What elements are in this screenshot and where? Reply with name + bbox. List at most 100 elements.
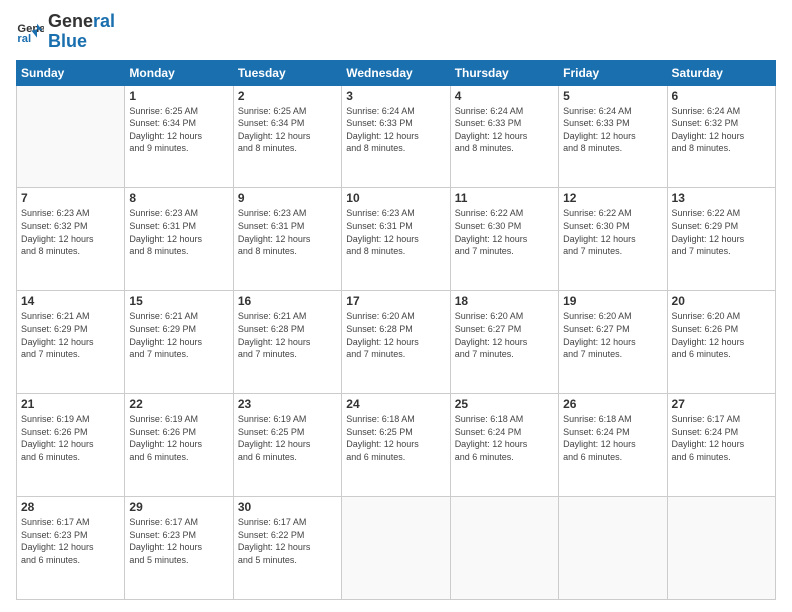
weekday-tuesday: Tuesday xyxy=(233,60,341,85)
week-row-2: 7 Sunrise: 6:23 AM Sunset: 6:32 PM Daylig… xyxy=(17,188,776,291)
day-number: 17 xyxy=(346,294,445,308)
day-number: 7 xyxy=(21,191,120,205)
week-row-1: 1 Sunrise: 6:25 AM Sunset: 6:34 PM Daylig… xyxy=(17,85,776,188)
calendar-cell xyxy=(450,497,558,600)
day-number: 21 xyxy=(21,397,120,411)
calendar-cell: 17 Sunrise: 6:20 AM Sunset: 6:28 PM Dayli… xyxy=(342,291,450,394)
svg-text:ral: ral xyxy=(17,33,31,45)
day-info: Sunrise: 6:18 AM Sunset: 6:24 PM Dayligh… xyxy=(563,413,662,463)
day-number: 5 xyxy=(563,89,662,103)
day-info: Sunrise: 6:20 AM Sunset: 6:28 PM Dayligh… xyxy=(346,310,445,360)
day-number: 8 xyxy=(129,191,228,205)
logo-text: General Blue xyxy=(48,12,115,52)
day-info: Sunrise: 6:21 AM Sunset: 6:28 PM Dayligh… xyxy=(238,310,337,360)
day-number: 23 xyxy=(238,397,337,411)
calendar-cell: 22 Sunrise: 6:19 AM Sunset: 6:26 PM Dayli… xyxy=(125,394,233,497)
calendar-cell: 12Sunrise: 6:22 AM Sunset: 6:30 PM Dayli… xyxy=(559,188,667,291)
day-info: Sunrise: 6:20 AM Sunset: 6:27 PM Dayligh… xyxy=(563,310,662,360)
day-info: Sunrise: 6:20 AM Sunset: 6:27 PM Dayligh… xyxy=(455,310,554,360)
day-number: 16 xyxy=(238,294,337,308)
day-info: Sunrise: 6:17 AM Sunset: 6:23 PM Dayligh… xyxy=(21,516,120,566)
day-info: Sunrise: 6:21 AM Sunset: 6:29 PM Dayligh… xyxy=(129,310,228,360)
day-info: Sunrise: 6:19 AM Sunset: 6:26 PM Dayligh… xyxy=(21,413,120,463)
day-info: Sunrise: 6:19 AM Sunset: 6:26 PM Dayligh… xyxy=(129,413,228,463)
week-row-3: 14 Sunrise: 6:21 AM Sunset: 6:29 PM Dayli… xyxy=(17,291,776,394)
calendar-cell: 8Sunrise: 6:23 AM Sunset: 6:31 PM Daylig… xyxy=(125,188,233,291)
calendar-cell: 18 Sunrise: 6:20 AM Sunset: 6:27 PM Dayli… xyxy=(450,291,558,394)
day-number: 25 xyxy=(455,397,554,411)
day-number: 13 xyxy=(672,191,771,205)
day-info: Sunrise: 6:20 AM Sunset: 6:26 PM Dayligh… xyxy=(672,310,771,360)
calendar-cell: 23 Sunrise: 6:19 AM Sunset: 6:25 PM Dayli… xyxy=(233,394,341,497)
day-info: Sunrise: 6:23 AM Sunset: 6:31 PM Dayligh… xyxy=(238,207,337,257)
calendar-cell: 14 Sunrise: 6:21 AM Sunset: 6:29 PM Dayli… xyxy=(17,291,125,394)
day-number: 9 xyxy=(238,191,337,205)
day-info: Sunrise: 6:23 AM Sunset: 6:32 PM Dayligh… xyxy=(21,207,120,257)
calendar-cell: 24 Sunrise: 6:18 AM Sunset: 6:25 PM Dayli… xyxy=(342,394,450,497)
calendar-cell xyxy=(559,497,667,600)
weekday-monday: Monday xyxy=(125,60,233,85)
day-number: 22 xyxy=(129,397,228,411)
day-info: Sunrise: 6:25 AM Sunset: 6:34 PM Dayligh… xyxy=(129,105,228,155)
calendar-cell: 2Sunrise: 6:25 AM Sunset: 6:34 PM Daylig… xyxy=(233,85,341,188)
weekday-friday: Friday xyxy=(559,60,667,85)
day-number: 6 xyxy=(672,89,771,103)
calendar-cell: 10Sunrise: 6:23 AM Sunset: 6:31 PM Dayli… xyxy=(342,188,450,291)
header: Gene ral General Blue xyxy=(16,12,776,52)
day-number: 27 xyxy=(672,397,771,411)
day-number: 29 xyxy=(129,500,228,514)
calendar-cell: 29 Sunrise: 6:17 AM Sunset: 6:23 PM Dayli… xyxy=(125,497,233,600)
week-row-5: 28Sunrise: 6:17 AM Sunset: 6:23 PM Dayli… xyxy=(17,497,776,600)
calendar-cell: 11Sunrise: 6:22 AM Sunset: 6:30 PM Dayli… xyxy=(450,188,558,291)
day-number: 1 xyxy=(129,89,228,103)
day-info: Sunrise: 6:17 AM Sunset: 6:23 PM Dayligh… xyxy=(129,516,228,566)
day-info: Sunrise: 6:17 AM Sunset: 6:22 PM Dayligh… xyxy=(238,516,337,566)
day-info: Sunrise: 6:22 AM Sunset: 6:29 PM Dayligh… xyxy=(672,207,771,257)
day-number: 26 xyxy=(563,397,662,411)
day-info: Sunrise: 6:17 AM Sunset: 6:24 PM Dayligh… xyxy=(672,413,771,463)
day-info: Sunrise: 6:24 AM Sunset: 6:32 PM Dayligh… xyxy=(672,105,771,155)
day-number: 12 xyxy=(563,191,662,205)
day-number: 11 xyxy=(455,191,554,205)
calendar-cell: 30Sunrise: 6:17 AM Sunset: 6:22 PM Dayli… xyxy=(233,497,341,600)
day-info: Sunrise: 6:18 AM Sunset: 6:25 PM Dayligh… xyxy=(346,413,445,463)
day-info: Sunrise: 6:24 AM Sunset: 6:33 PM Dayligh… xyxy=(563,105,662,155)
logo-icon: Gene ral xyxy=(16,18,44,46)
day-number: 10 xyxy=(346,191,445,205)
day-number: 24 xyxy=(346,397,445,411)
day-number: 3 xyxy=(346,89,445,103)
day-number: 2 xyxy=(238,89,337,103)
weekday-saturday: Saturday xyxy=(667,60,775,85)
day-info: Sunrise: 6:18 AM Sunset: 6:24 PM Dayligh… xyxy=(455,413,554,463)
day-number: 19 xyxy=(563,294,662,308)
day-info: Sunrise: 6:24 AM Sunset: 6:33 PM Dayligh… xyxy=(346,105,445,155)
calendar-body: 1 Sunrise: 6:25 AM Sunset: 6:34 PM Daylig… xyxy=(17,85,776,599)
day-number: 4 xyxy=(455,89,554,103)
calendar: SundayMondayTuesdayWednesdayThursdayFrid… xyxy=(16,60,776,600)
calendar-cell xyxy=(667,497,775,600)
weekday-wednesday: Wednesday xyxy=(342,60,450,85)
calendar-cell: 7 Sunrise: 6:23 AM Sunset: 6:32 PM Daylig… xyxy=(17,188,125,291)
weekday-sunday: Sunday xyxy=(17,60,125,85)
calendar-cell: 1 Sunrise: 6:25 AM Sunset: 6:34 PM Daylig… xyxy=(125,85,233,188)
calendar-cell: 25 Sunrise: 6:18 AM Sunset: 6:24 PM Dayli… xyxy=(450,394,558,497)
calendar-cell: 9 Sunrise: 6:23 AM Sunset: 6:31 PM Daylig… xyxy=(233,188,341,291)
calendar-cell: 21 Sunrise: 6:19 AM Sunset: 6:26 PM Dayli… xyxy=(17,394,125,497)
calendar-cell: 27 Sunrise: 6:17 AM Sunset: 6:24 PM Dayli… xyxy=(667,394,775,497)
calendar-cell: 15 Sunrise: 6:21 AM Sunset: 6:29 PM Dayli… xyxy=(125,291,233,394)
calendar-cell: 19 Sunrise: 6:20 AM Sunset: 6:27 PM Dayli… xyxy=(559,291,667,394)
day-number: 14 xyxy=(21,294,120,308)
day-number: 15 xyxy=(129,294,228,308)
weekday-thursday: Thursday xyxy=(450,60,558,85)
calendar-cell: 16 Sunrise: 6:21 AM Sunset: 6:28 PM Dayli… xyxy=(233,291,341,394)
day-number: 18 xyxy=(455,294,554,308)
calendar-cell: 28Sunrise: 6:17 AM Sunset: 6:23 PM Dayli… xyxy=(17,497,125,600)
calendar-cell: 5 Sunrise: 6:24 AM Sunset: 6:33 PM Daylig… xyxy=(559,85,667,188)
day-info: Sunrise: 6:21 AM Sunset: 6:29 PM Dayligh… xyxy=(21,310,120,360)
calendar-cell: 4Sunrise: 6:24 AM Sunset: 6:33 PM Daylig… xyxy=(450,85,558,188)
day-info: Sunrise: 6:19 AM Sunset: 6:25 PM Dayligh… xyxy=(238,413,337,463)
calendar-cell: 26 Sunrise: 6:18 AM Sunset: 6:24 PM Dayli… xyxy=(559,394,667,497)
week-row-4: 21 Sunrise: 6:19 AM Sunset: 6:26 PM Dayli… xyxy=(17,394,776,497)
calendar-cell: 6 Sunrise: 6:24 AM Sunset: 6:32 PM Daylig… xyxy=(667,85,775,188)
weekday-header-row: SundayMondayTuesdayWednesdayThursdayFrid… xyxy=(17,60,776,85)
